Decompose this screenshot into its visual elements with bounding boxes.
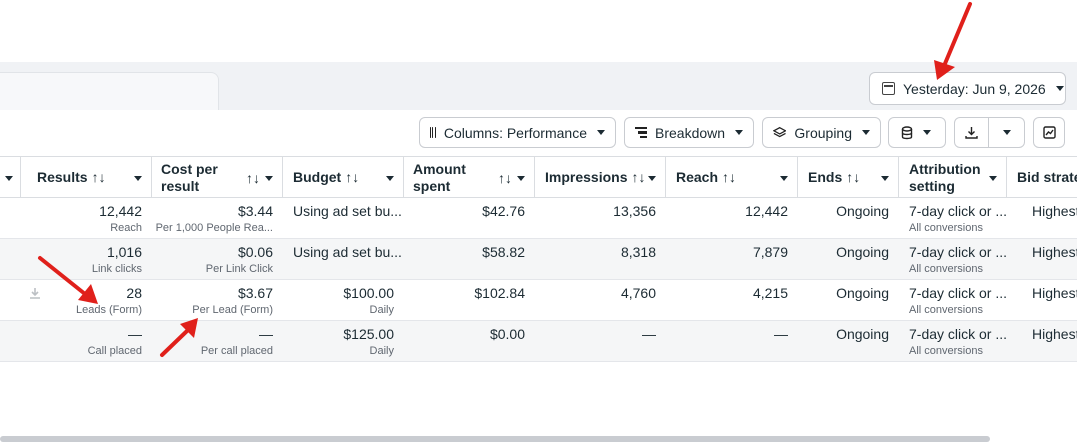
- annotation-arrow: [38, 256, 87, 296]
- annotation-arrow: [942, 2, 972, 68]
- annotation-arrows: [38, 2, 972, 357]
- annotation-arrow: [160, 328, 190, 357]
- annotation-arrowhead: [78, 284, 98, 304]
